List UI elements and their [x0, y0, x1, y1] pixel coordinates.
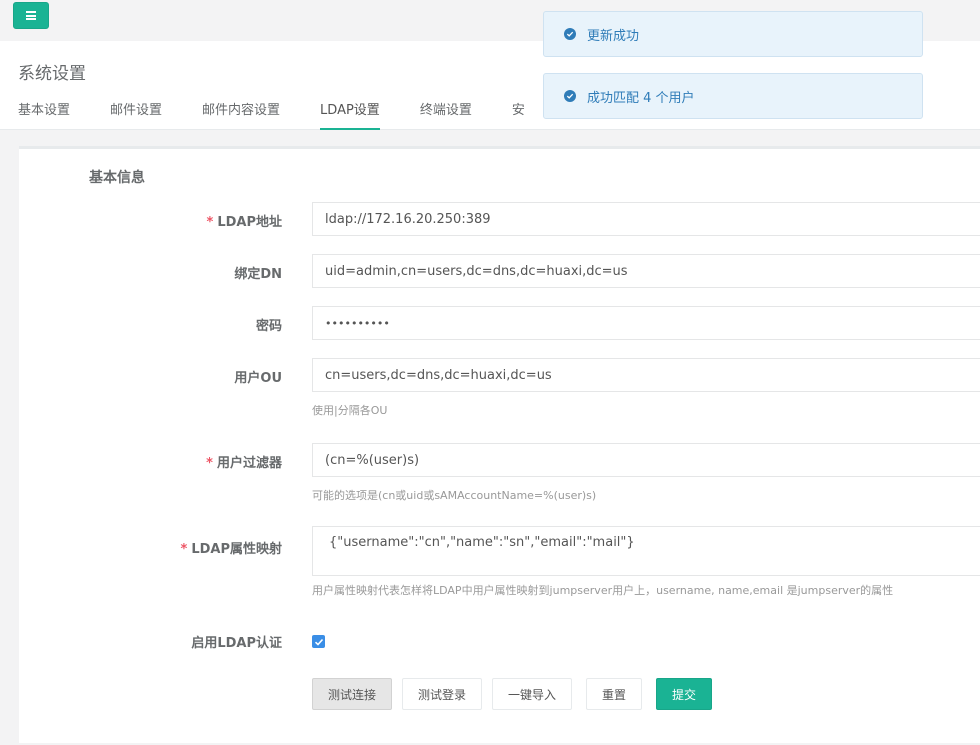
attr-map-textarea[interactable]: {"username":"cn","name":"sn","email":"ma…	[312, 526, 980, 576]
bind-dn-label: 绑定DN	[234, 267, 282, 282]
toast-text: 成功匹配 4 个用户	[587, 90, 695, 106]
check-circle-icon	[564, 28, 576, 40]
reset-button[interactable]: 重置	[586, 678, 642, 710]
submit-button[interactable]: 提交	[656, 678, 712, 710]
user-filter-label: * 用户过滤器	[206, 456, 282, 471]
toast-update-success[interactable]: 更新成功	[543, 11, 923, 57]
user-ou-label: 用户OU	[234, 371, 282, 386]
user-ou-help: 使用|分隔各OU	[312, 404, 388, 417]
user-ou-input[interactable]: cn=users,dc=dns,dc=huaxi,dc=us	[312, 358, 980, 392]
ldap-settings-panel: 基本信息 * LDAP地址 ldap://172.16.20.250:389 绑定…	[19, 146, 980, 743]
required-mark: *	[206, 215, 214, 230]
tab-ldap[interactable]: LDAP设置	[320, 101, 380, 130]
tab-email-content[interactable]: 邮件内容设置	[202, 101, 280, 130]
tab-basic[interactable]: 基本设置	[18, 101, 70, 130]
settings-tabs: 基本设置 邮件设置 邮件内容设置 LDAP设置 终端设置 安	[18, 101, 565, 130]
check-icon	[314, 638, 323, 646]
enable-ldap-label: 启用LDAP认证	[191, 636, 282, 651]
user-filter-help: 可能的选项是(cn或uid或sAMAccountName=%(user)s)	[312, 489, 597, 502]
password-label: 密码	[255, 319, 282, 334]
toast-match-users[interactable]: 成功匹配 4 个用户	[543, 73, 923, 119]
hamburger-icon	[26, 11, 36, 20]
required-mark: *	[206, 456, 213, 471]
import-button[interactable]: 一键导入	[492, 678, 572, 710]
attr-map-help: 用户属性映射代表怎样将LDAP中用户属性映射到jumpserver用户上，use…	[312, 584, 894, 597]
enable-ldap-checkbox[interactable]	[312, 635, 325, 648]
page-title: 系统设置	[18, 64, 86, 84]
bind-dn-input[interactable]: uid=admin,cn=users,dc=dns,dc=huaxi,dc=us	[312, 254, 980, 288]
attr-map-label: * LDAP属性映射	[180, 542, 282, 557]
test-login-button[interactable]: 测试登录	[402, 678, 482, 710]
required-mark: *	[180, 542, 188, 557]
section-title: 基本信息	[89, 170, 145, 186]
check-circle-icon	[564, 90, 576, 102]
menu-toggle-button[interactable]	[13, 2, 49, 29]
password-input[interactable]: ••••••••••	[312, 306, 980, 340]
tab-security[interactable]: 安	[512, 101, 525, 130]
tab-email[interactable]: 邮件设置	[110, 101, 162, 130]
user-filter-input[interactable]: (cn=%(user)s)	[312, 443, 980, 477]
toast-text: 更新成功	[587, 28, 640, 44]
tab-terminal[interactable]: 终端设置	[420, 101, 472, 130]
ldap-address-input[interactable]: ldap://172.16.20.250:389	[312, 202, 980, 236]
ldap-address-label: * LDAP地址	[206, 215, 282, 230]
test-connection-button[interactable]: 测试连接	[312, 678, 392, 710]
